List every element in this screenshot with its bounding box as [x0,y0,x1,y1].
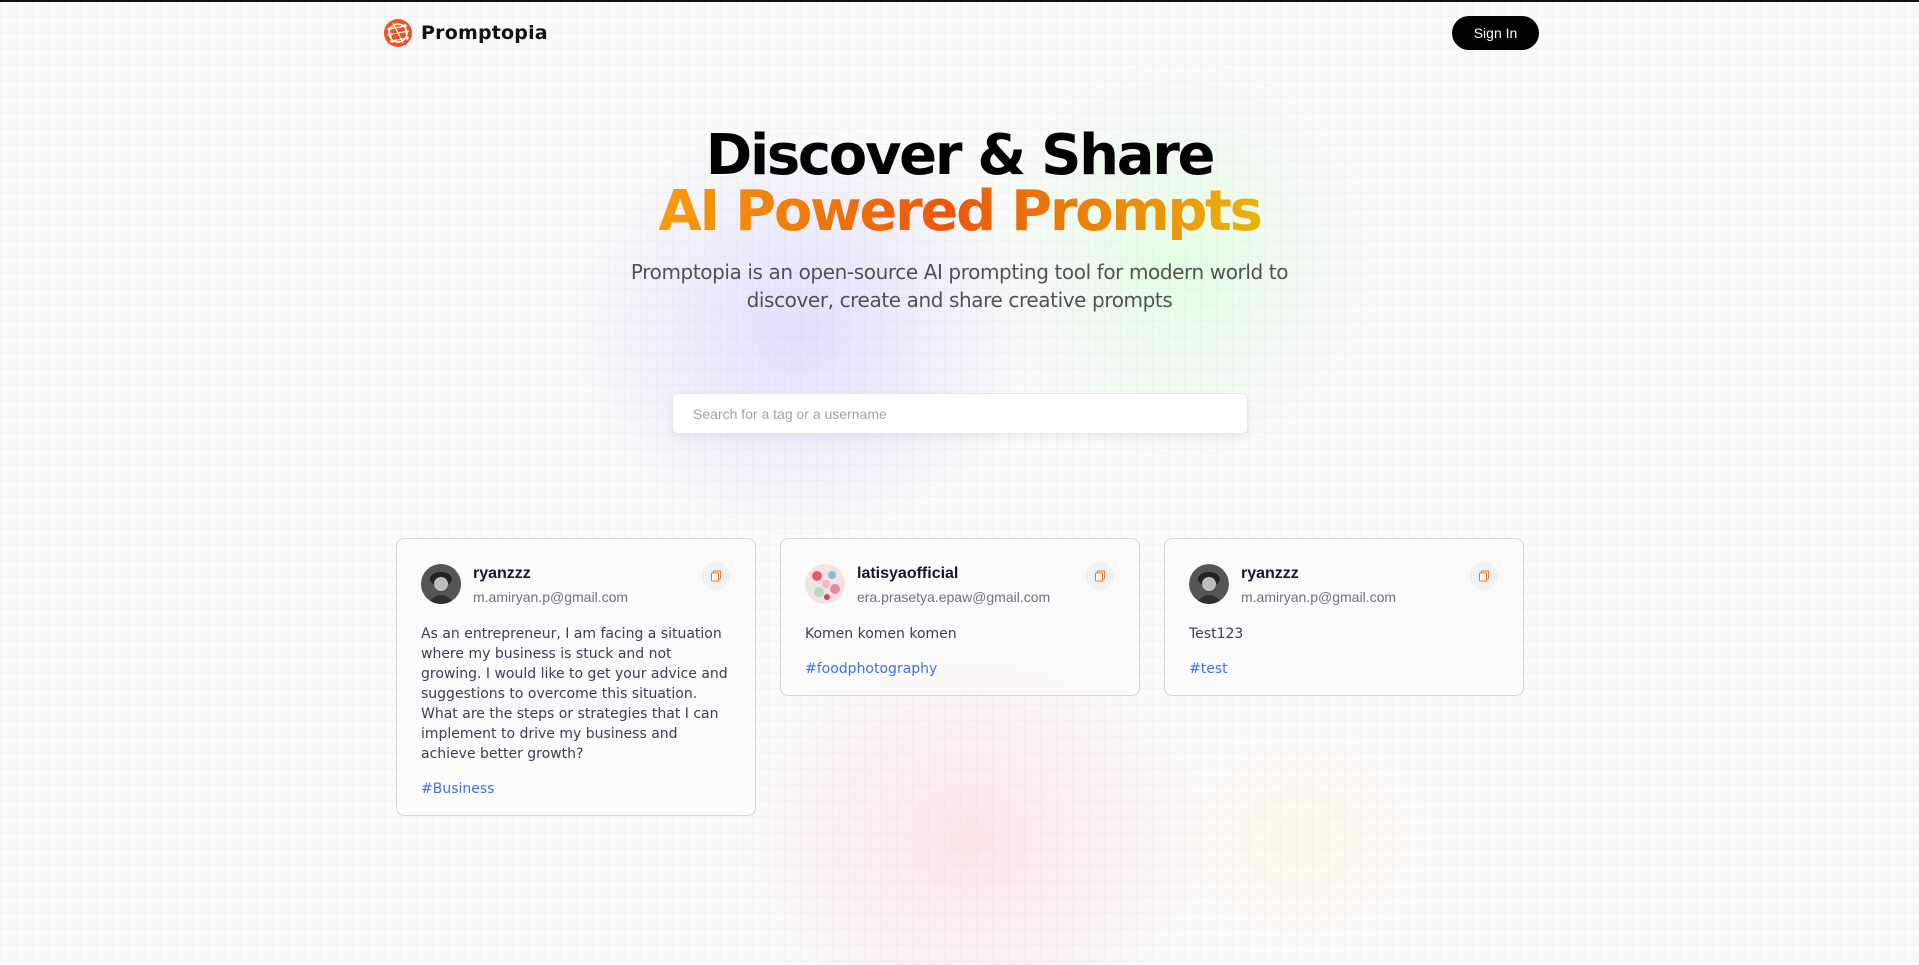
copy-button[interactable] [702,562,730,590]
username[interactable]: ryanzzz [1241,564,1396,584]
prompt-card-header: ryanzzz m.amiryan.p@gmail.com [421,562,731,606]
hero-subtitle: Promptopia is an open-source AI promptin… [630,260,1289,312]
copy-icon [1479,570,1489,582]
prompt-text: Test123 [1189,626,1244,642]
prompt-text: Komen komen komen [805,626,957,642]
username[interactable]: ryanzzz [473,564,628,584]
user-avatar-icon[interactable] [1189,564,1229,604]
brand-link[interactable]: Promptopia [383,18,548,48]
user-email: m.amiryan.p@gmail.com [473,589,629,605]
navbar: Promptopia Sign In [383,14,1539,52]
user-info: ryanzzz m.amiryan.p@gmail.com [1241,564,1396,606]
prompt-text: As an entrepreneur, I am facing a situat… [421,626,728,762]
prompt-tag[interactable]: #foodphotography [805,661,937,677]
promptopia-logo-icon [384,19,412,47]
prompt-tag[interactable]: #test [1189,661,1228,677]
prompt-card: latisyaofficial era.prasetya.epaw@gmail.… [780,538,1140,696]
sign-in-button[interactable]: Sign In [1452,16,1539,50]
page: Promptopia Sign In Discover & Share AI P… [0,0,1919,965]
prompt-tag[interactable]: #Business [421,781,494,797]
brand-name: Promptopia [421,22,548,44]
copy-icon [1095,570,1105,582]
hero-title: Discover & Share AI Powered Prompts [0,128,1919,240]
search-input[interactable] [672,393,1248,434]
user-avatar-icon[interactable] [421,564,461,604]
user-info: ryanzzz m.amiryan.p@gmail.com [473,564,628,606]
prompt-card-header: ryanzzz m.amiryan.p@gmail.com [1189,562,1499,606]
user-email: m.amiryan.p@gmail.com [1241,589,1397,605]
prompt-card: ryanzzz m.amiryan.p@gmail.com Test123 #t… [1164,538,1524,696]
hero-section: Discover & Share AI Powered Prompts Prom… [0,128,1919,314]
copy-button[interactable] [1086,562,1114,590]
user-email: era.prasetya.epaw@gmail.com [857,589,1051,605]
copy-button[interactable] [1470,562,1498,590]
prompt-card: ryanzzz m.amiryan.p@gmail.com As an entr… [396,538,756,816]
user-avatar-icon[interactable] [805,564,845,604]
hero-title-line2: AI Powered Prompts [658,179,1263,244]
user-info: latisyaofficial era.prasetya.epaw@gmail.… [857,564,1050,606]
copy-icon [711,570,721,582]
prompt-card-header: latisyaofficial era.prasetya.epaw@gmail.… [805,562,1115,606]
username[interactable]: latisyaofficial [857,564,1050,584]
